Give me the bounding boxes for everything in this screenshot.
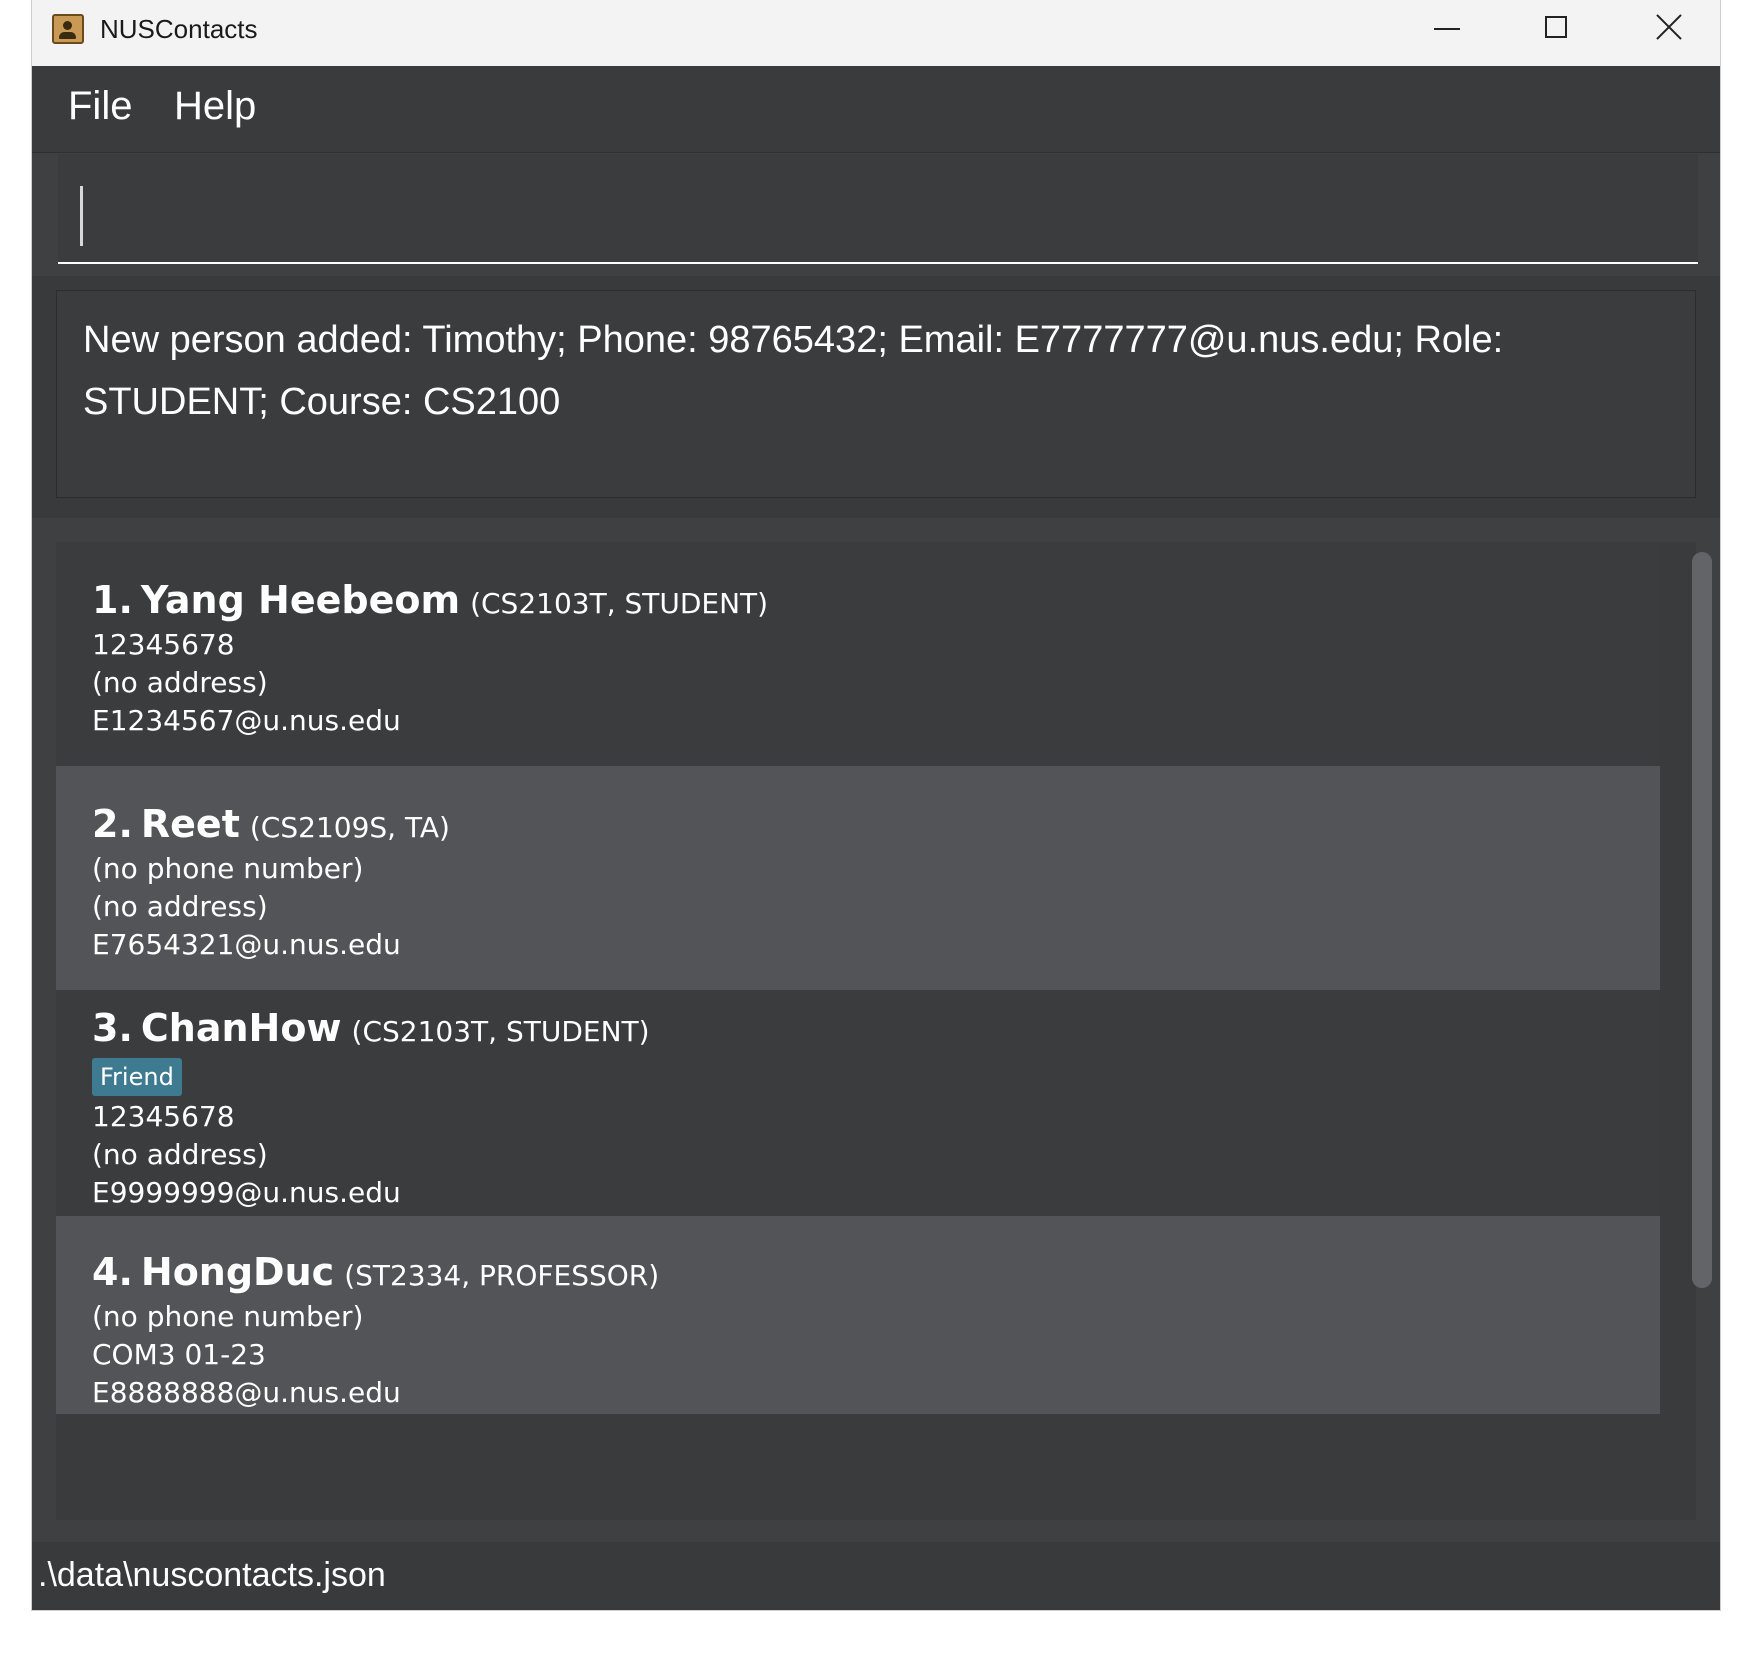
person-name: Reet <box>140 802 240 846</box>
app-window: NUSContacts File Help New person added: … <box>32 0 1720 1610</box>
person-phone: (no phone number) <box>92 852 364 885</box>
command-input[interactable] <box>58 154 1698 264</box>
person-card[interactable]: 2. Reet (CS2109S, TA) (no phone number) (n… <box>56 766 1660 990</box>
person-address: (no address) <box>92 890 268 923</box>
result-line-2: STUDENT; Course: CS2100 <box>83 381 561 423</box>
person-card-header: 4. HongDuc (ST2334, PROFESSOR) <box>92 1250 659 1294</box>
result-line-1: New person added: Timothy; Phone: 987654… <box>83 319 1504 361</box>
contacts-book-icon <box>52 14 84 44</box>
person-index: 2. <box>92 802 133 846</box>
menu-bar: File Help <box>32 66 1720 153</box>
close-icon <box>1652 10 1686 44</box>
person-card[interactable]: 4. HongDuc (ST2334, PROFESSOR) (no phone n… <box>56 1216 1660 1414</box>
person-index: 4. <box>92 1250 133 1294</box>
result-panel: New person added: Timothy; Phone: 987654… <box>32 276 1720 518</box>
person-address: (no address) <box>92 1138 268 1171</box>
person-name: HongDuc <box>140 1250 335 1294</box>
person-index: 3. <box>92 1006 133 1050</box>
close-button[interactable] <box>1618 0 1718 60</box>
person-address: COM3 01-23 <box>92 1338 266 1371</box>
title-bar[interactable]: NUSContacts <box>32 0 1720 66</box>
person-course-role: (ST2334, PROFESSOR) <box>344 1259 660 1292</box>
person-course-role: (CS2103T, STUDENT) <box>351 1015 650 1048</box>
minimize-icon <box>1434 28 1460 30</box>
person-phone: 12345678 <box>92 1100 235 1133</box>
result-message: New person added: Timothy; Phone: 987654… <box>83 309 1663 433</box>
person-phone: 12345678 <box>92 628 235 661</box>
person-email: E1234567@u.nus.edu <box>92 704 401 737</box>
person-course-role: (CS2109S, TA) <box>249 811 450 844</box>
save-file-path: .\data\nuscontacts.json <box>38 1556 386 1594</box>
person-email: E8888888@u.nus.edu <box>92 1376 401 1409</box>
person-address: (no address) <box>92 666 268 699</box>
person-card[interactable]: 3. ChanHow (CS2103T, STUDENT) Friend 12345… <box>56 990 1660 1216</box>
maximize-icon <box>1545 16 1567 38</box>
status-bar: .\data\nuscontacts.json <box>32 1542 1720 1610</box>
person-card[interactable]: 1. Yang Heebeom (CS2103T, STUDENT) 1234567… <box>56 542 1660 766</box>
person-email: E7654321@u.nus.edu <box>92 928 401 961</box>
person-phone: (no phone number) <box>92 1300 364 1333</box>
tag-badge: Friend <box>92 1058 182 1096</box>
menu-help[interactable]: Help <box>174 84 256 129</box>
person-name: ChanHow <box>140 1006 342 1050</box>
person-email: E9999999@u.nus.edu <box>92 1176 401 1209</box>
maximize-button[interactable] <box>1508 0 1608 60</box>
window-title: NUSContacts <box>100 14 258 44</box>
text-caret <box>80 186 83 246</box>
menu-file[interactable]: File <box>68 84 132 129</box>
person-card-header: 3. ChanHow (CS2103T, STUDENT) <box>92 1006 650 1050</box>
person-card-header: 1. Yang Heebeom (CS2103T, STUDENT) <box>92 578 768 622</box>
person-list[interactable]: 1. Yang Heebeom (CS2103T, STUDENT) 1234567… <box>56 542 1712 1520</box>
person-course-role: (CS2103T, STUDENT) <box>470 587 769 620</box>
person-name: Yang Heebeom <box>140 578 461 622</box>
minimize-button[interactable] <box>1398 0 1498 60</box>
result-display[interactable]: New person added: Timothy; Phone: 987654… <box>56 290 1696 498</box>
person-card-header: 2. Reet (CS2109S, TA) <box>92 802 450 846</box>
list-scrollbar[interactable] <box>1692 552 1712 1288</box>
person-index: 1. <box>92 578 133 622</box>
